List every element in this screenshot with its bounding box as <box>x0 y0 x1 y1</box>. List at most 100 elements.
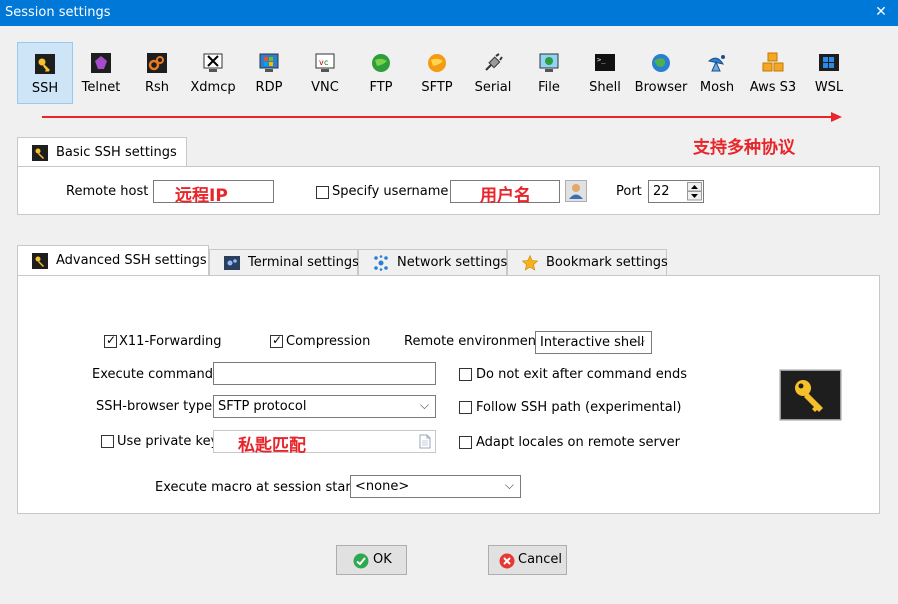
protocol-rsh[interactable]: Rsh <box>129 42 185 104</box>
close-icon[interactable]: ✕ <box>873 4 889 20</box>
remote-environment-select[interactable]: Interactive shell ⌵ <box>535 331 652 354</box>
ok-label: OK <box>373 552 392 567</box>
cancel-button[interactable]: Cancel <box>488 545 567 575</box>
tab-label: Network settings <box>397 255 508 270</box>
protocol-ssh[interactable]: SSH <box>17 42 73 104</box>
tab-label: Advanced SSH settings <box>56 253 207 268</box>
star-icon <box>522 255 538 271</box>
aws-s3-cubes-icon <box>762 52 784 72</box>
ssh-key-icon <box>32 145 48 161</box>
basic-settings-panel: Remote host * 远程IP Specify username 用户名 … <box>17 166 880 215</box>
specify-username-label: Specify username <box>332 184 449 199</box>
select-value: Interactive shell <box>540 335 645 350</box>
user-picker-icon[interactable] <box>565 180 587 202</box>
chevron-down-icon: ⌵ <box>419 398 429 412</box>
protocol-vnc[interactable]: v c VNC <box>297 42 353 104</box>
remote-host-annotation: 远程IP <box>175 186 228 206</box>
adapt-locales-checkbox[interactable] <box>459 436 472 449</box>
rdp-icon <box>259 53 279 72</box>
vnc-icon: v c <box>315 53 335 72</box>
specify-username-checkbox[interactable] <box>316 186 329 199</box>
private-key-annotation: 私匙匹配 <box>238 436 306 456</box>
big-key-icon <box>779 369 842 421</box>
compression-checkbox[interactable]: ✓ <box>270 333 283 348</box>
tab-label: Terminal settings <box>248 255 359 270</box>
check-circle-icon <box>353 553 369 569</box>
xdmcp-icon <box>203 53 223 72</box>
protocol-xdmcp[interactable]: Xdmcp <box>185 42 241 104</box>
sftp-globe-icon <box>428 54 446 72</box>
select-value: <none> <box>355 479 410 494</box>
cancel-circle-icon <box>499 553 515 569</box>
window-title: Session settings <box>5 5 111 20</box>
browser-globe-icon <box>652 54 670 72</box>
file-browse-icon[interactable] <box>419 434 431 449</box>
protocol-telnet[interactable]: Telnet <box>73 42 129 104</box>
remote-environment-label: Remote environment: <box>404 334 546 349</box>
select-value: SFTP protocol <box>218 399 307 414</box>
tab-terminal-settings[interactable]: Terminal settings <box>209 249 359 275</box>
port-label: Port <box>616 184 642 199</box>
network-icon <box>374 255 388 271</box>
svg-text:c: c <box>324 58 328 67</box>
ok-button[interactable]: OK <box>336 545 407 575</box>
use-private-key-checkbox[interactable] <box>101 435 114 448</box>
protocol-aws-s3[interactable]: Aws S3 <box>745 42 801 104</box>
execute-macro-select[interactable]: <none> ⌵ <box>350 475 521 498</box>
use-private-key-label: Use private key <box>117 434 219 449</box>
protocol-file[interactable]: File <box>521 42 577 104</box>
x11-forwarding-checkbox[interactable]: ✓ <box>104 333 117 348</box>
username-annotation: 用户名 <box>480 186 531 206</box>
x11-forwarding-label: X11-Forwarding <box>119 334 222 349</box>
ssh-browser-type-select[interactable]: SFTP protocol ⌵ <box>213 395 436 418</box>
follow-ssh-path-checkbox[interactable] <box>459 401 472 414</box>
check-icon: ✓ <box>106 333 117 347</box>
execute-macro-label: Execute macro at session start: <box>155 480 361 495</box>
ssh-key-icon <box>32 253 48 269</box>
chevron-down-icon: ⌵ <box>504 478 514 492</box>
protocol-shell[interactable]: >_ Shell <box>577 42 633 104</box>
protocol-sftp[interactable]: SFTP <box>409 42 465 104</box>
rsh-icon <box>147 53 167 73</box>
ftp-globe-icon <box>372 54 390 72</box>
tab-bookmark-settings[interactable]: Bookmark settings <box>507 249 668 275</box>
protocol-wsl[interactable]: WSL <box>801 42 857 104</box>
advanced-settings-panel: ✓ X11-Forwarding ✓ Compression Remote en… <box>17 275 880 514</box>
serial-plug-icon <box>485 53 503 71</box>
chevron-down-icon: ⌵ <box>635 334 645 348</box>
adapt-locales-label: Adapt locales on remote server <box>476 435 680 450</box>
svg-text:>_: >_ <box>597 56 606 64</box>
protocol-rdp[interactable]: RDP <box>241 42 297 104</box>
mosh-satellite-icon <box>707 55 725 72</box>
protocol-toolbar: SSH Telnet Rsh Xdmcp RDP v c VNC FTP SFT… <box>17 42 877 104</box>
port-spinner[interactable]: 22 <box>648 180 704 203</box>
shell-terminal-icon: >_ <box>595 54 615 71</box>
ssh-key-icon <box>35 54 55 74</box>
execute-command-input[interactable] <box>213 362 436 385</box>
tab-network-settings[interactable]: Network settings <box>358 249 507 275</box>
follow-ssh-path-label: Follow SSH path (experimental) <box>476 400 682 415</box>
do-not-exit-checkbox[interactable] <box>459 368 472 381</box>
protocol-serial[interactable]: Serial <box>465 42 521 104</box>
compression-label: Compression <box>286 334 371 349</box>
cancel-label: Cancel <box>518 552 563 567</box>
tab-label: Bookmark settings <box>546 255 668 270</box>
spinner-arrows-icon[interactable] <box>687 182 702 201</box>
execute-command-label: Execute command: <box>92 367 218 382</box>
title-bar: Session settings ✕ <box>0 0 898 26</box>
terminal-icon <box>224 256 240 270</box>
annotation-arrow <box>42 112 842 122</box>
protocol-ftp[interactable]: FTP <box>353 42 409 104</box>
protocol-browser[interactable]: Browser <box>633 42 689 104</box>
do-not-exit-label: Do not exit after command ends <box>476 367 687 382</box>
tab-basic-ssh-settings[interactable]: Basic SSH settings <box>17 137 187 167</box>
tab-advanced-ssh-settings[interactable]: Advanced SSH settings <box>17 245 209 276</box>
file-monitor-icon <box>539 53 559 72</box>
wsl-windows-icon <box>819 54 839 71</box>
protocol-mosh[interactable]: Mosh <box>689 42 745 104</box>
remote-host-label: Remote host * <box>66 184 159 199</box>
ssh-browser-type-label: SSH-browser type: <box>96 399 217 414</box>
protocols-annotation: 支持多种协议 <box>693 138 795 158</box>
tab-label: Basic SSH settings <box>56 145 177 160</box>
telnet-icon <box>91 53 111 73</box>
